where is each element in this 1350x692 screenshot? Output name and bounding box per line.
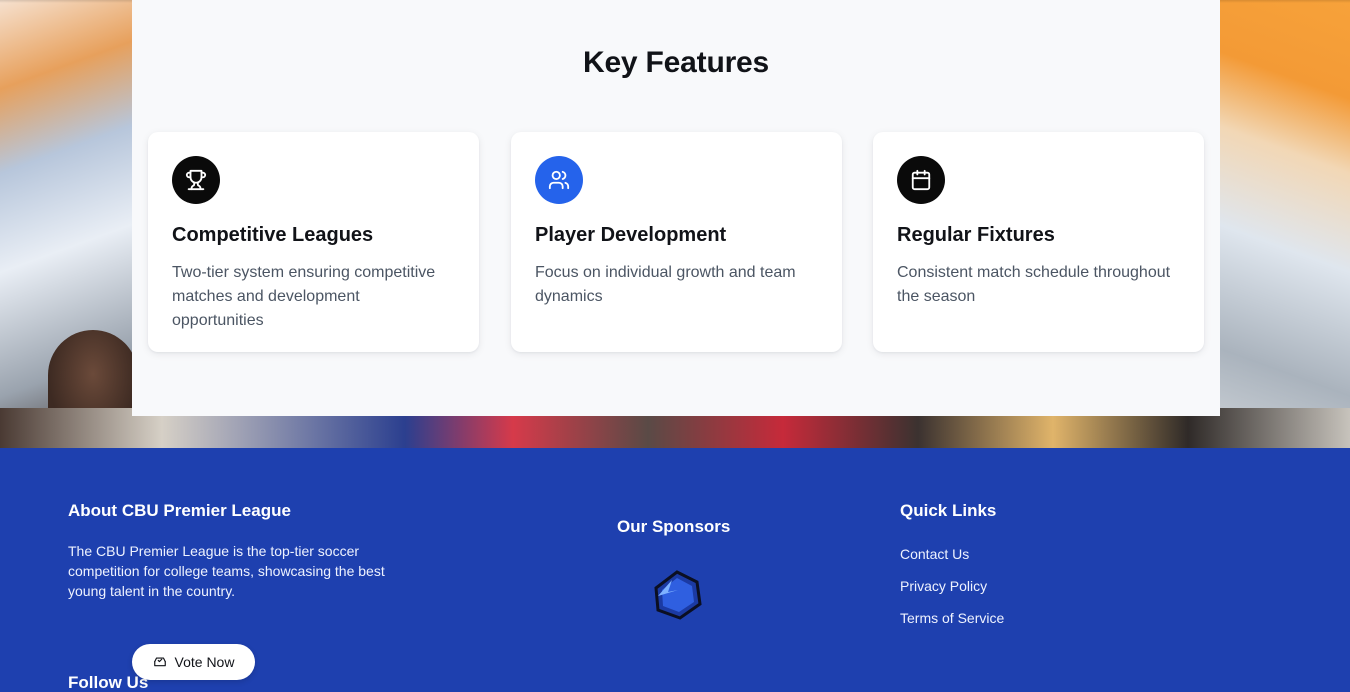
feature-title: Regular Fixtures	[897, 224, 1055, 246]
feature-description: Focus on individual growth and team dyna…	[535, 264, 796, 305]
link-terms-of-service[interactable]: Terms of Service	[900, 608, 1004, 628]
about-text: The CBU Premier League is the top-tier s…	[68, 543, 385, 599]
feature-card-competitive-leagues: Competitive Leagues Two-tier system ensu…	[148, 132, 479, 352]
ballot-box-icon	[153, 654, 167, 671]
section-title: Key Features	[582, 46, 770, 79]
about-title: About CBU Premier League	[68, 501, 291, 520]
sponsors-title: Our Sponsors	[617, 517, 731, 536]
hero-photo-right-edge	[1220, 0, 1350, 448]
link-contact-us[interactable]: Contact Us	[900, 544, 1004, 564]
quick-links-list: Contact Us Privacy Policy Terms of Servi…	[900, 544, 1004, 640]
feature-description: Two-tier system ensuring competitive mat…	[172, 264, 436, 329]
sponsor-logo[interactable]	[648, 566, 706, 624]
feature-title: Player Development	[535, 224, 727, 246]
feature-card-player-development: Player Development Focus on individual g…	[511, 132, 842, 352]
users-icon	[535, 156, 583, 204]
feature-title: Competitive Leagues	[172, 224, 374, 246]
follow-us-title: Follow Us	[68, 673, 149, 692]
feature-description: Consistent match schedule throughout the…	[897, 264, 1171, 305]
trophy-icon	[172, 156, 220, 204]
calendar-icon	[897, 156, 945, 204]
quick-links-title: Quick Links	[900, 501, 997, 520]
key-features-section: Key Features Competitive Leagues Two-tie…	[132, 0, 1220, 416]
link-privacy-policy[interactable]: Privacy Policy	[900, 576, 1004, 596]
vote-now-button[interactable]: Vote Now	[132, 644, 255, 680]
feature-card-regular-fixtures: Regular Fixtures Consistent match schedu…	[873, 132, 1204, 352]
vote-now-label: Vote Now	[174, 654, 235, 670]
